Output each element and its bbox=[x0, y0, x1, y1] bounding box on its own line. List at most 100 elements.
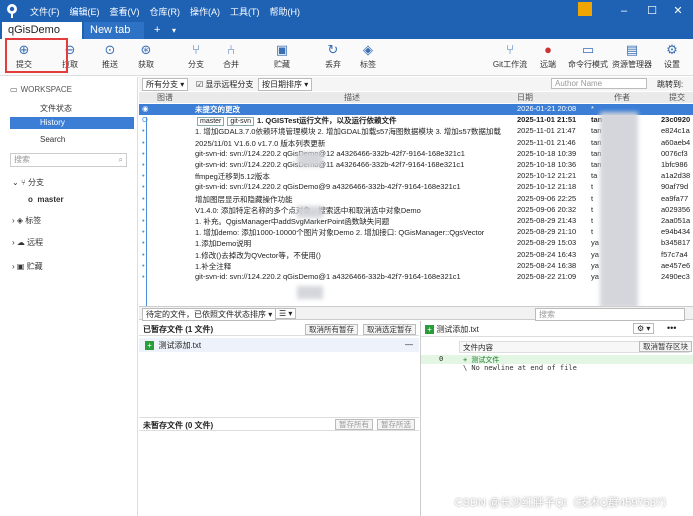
diff-no-newline: \ No newline at end of file bbox=[463, 364, 577, 372]
terminal-button[interactable]: ▭ 命令行模式 bbox=[566, 41, 610, 70]
more-options-icon[interactable]: ••• bbox=[667, 323, 676, 333]
menu-help[interactable]: 帮助(H) bbox=[270, 5, 301, 18]
tag-label: 标签 bbox=[360, 60, 376, 69]
chevron-down-icon[interactable]: ▾ bbox=[166, 22, 182, 39]
fetch-icon: ⊛ bbox=[140, 42, 152, 57]
unstage-hunk-button[interactable]: 取消暂存区块 bbox=[639, 341, 692, 352]
sidebar-remotes[interactable]: › ☁ 远程 bbox=[12, 237, 43, 248]
current-branch-icon: o bbox=[28, 195, 33, 204]
tab-bar: qGisDemo ✕ New tab + ▾ bbox=[0, 22, 693, 53]
menu-view[interactable]: 查看(V) bbox=[110, 5, 140, 18]
fetch-button[interactable]: ⊛ 获取 bbox=[128, 41, 164, 70]
discard-button[interactable]: ↻ 丢弃 bbox=[315, 41, 351, 70]
sidebar-item-search[interactable]: Search bbox=[40, 135, 65, 144]
watermark: CSDN @长沙红胖子Qt（技术Q群4597637） bbox=[454, 497, 673, 509]
redaction-mosaic bbox=[297, 152, 323, 167]
sidebar-stashes[interactable]: › ▣ 贮藏 bbox=[12, 261, 43, 272]
graph-node-icon: • bbox=[142, 227, 145, 237]
line-number: 0 bbox=[439, 355, 444, 363]
sort-label: 按日期排序 bbox=[262, 80, 302, 89]
add-tab-icon[interactable]: + bbox=[148, 22, 166, 39]
commit-date: 2025-11-01 21:51 bbox=[517, 115, 577, 125]
branch-label: 分支 bbox=[188, 60, 204, 69]
collapse-icon[interactable]: — bbox=[405, 340, 413, 349]
file-search-placeholder: 搜索 bbox=[539, 310, 555, 319]
diff-options-gear-icon[interactable]: ⚙ ▾ bbox=[633, 323, 655, 334]
commit-date: 2025-08-29 21:43 bbox=[517, 216, 577, 225]
menu-actions[interactable]: 操作(A) bbox=[190, 5, 220, 18]
notification-flag-icon[interactable] bbox=[578, 2, 592, 16]
graph-node-icon: • bbox=[142, 272, 145, 281]
branch-filter-select[interactable]: 所有分支 ▾ bbox=[142, 78, 189, 91]
minimize-icon[interactable]: – bbox=[614, 2, 634, 20]
unstage-all-button[interactable]: 取消所有暂存 bbox=[305, 324, 358, 335]
menu-tools[interactable]: 工具(T) bbox=[230, 5, 260, 18]
explorer-button[interactable]: ▤ 资源管理器 bbox=[610, 41, 654, 70]
graph-node-icon: • bbox=[142, 137, 145, 147]
file-search-input[interactable]: 搜索 bbox=[535, 308, 685, 321]
branches-label: 分支 bbox=[27, 178, 44, 187]
col-date[interactable]: 日期 bbox=[517, 92, 533, 103]
show-remote-checkbox[interactable]: ☑ 显示远程分支 bbox=[196, 79, 253, 90]
gitflow-label: Git工作流 bbox=[492, 60, 528, 69]
menu-file[interactable]: 文件(F) bbox=[30, 5, 60, 18]
gitflow-icon: ⑂ bbox=[506, 42, 514, 57]
graph-node-icon: • bbox=[142, 182, 145, 192]
remote-button[interactable]: ● 远端 bbox=[530, 41, 566, 70]
monitor-icon: ▭ bbox=[10, 85, 18, 94]
pending-sort-select[interactable]: 待定的文件，已依照文件状态排序 ▾ bbox=[142, 308, 277, 321]
merge-icon: ⑃ bbox=[227, 42, 235, 57]
explorer-label: 资源管理器 bbox=[612, 60, 652, 69]
view-mode-select[interactable]: ☰ ▾ bbox=[275, 308, 297, 319]
close-window-icon[interactable]: ✕ bbox=[668, 2, 688, 20]
menu-repo[interactable]: 仓库(R) bbox=[150, 5, 181, 18]
cloud-icon: ☁ bbox=[16, 238, 25, 247]
diff-file-name: 测试添加.txt bbox=[436, 325, 479, 334]
commit-hash: 2490ec3 bbox=[661, 272, 690, 281]
col-author[interactable]: 作者 bbox=[614, 92, 630, 103]
graph-node-icon: • bbox=[142, 193, 145, 203]
stage-selected-button[interactable]: 暂存所选 bbox=[377, 419, 415, 430]
sidebar-item-history[interactable]: History bbox=[10, 117, 134, 129]
commit-hash: 23c0920 bbox=[661, 115, 691, 125]
menu-edit[interactable]: 编辑(E) bbox=[70, 5, 100, 18]
commit-hash: ae457e6 bbox=[661, 260, 691, 270]
commit-description: 1. 增加GDAL3.7.0依赖环境管理模块 2. 增加GDAL加载s57海图数… bbox=[195, 127, 501, 137]
remote-label: 远端 bbox=[540, 60, 556, 69]
staged-file-row[interactable]: + 测试添加.txt — bbox=[139, 338, 419, 352]
sidebar-search-input[interactable]: 搜索 ⌕ bbox=[10, 153, 127, 167]
folder-icon: ▤ bbox=[625, 42, 639, 57]
redaction-mosaic bbox=[600, 112, 638, 308]
sort-select[interactable]: 按日期排序 ▾ bbox=[258, 78, 313, 91]
sidebar-branch-master[interactable]: o master bbox=[28, 195, 64, 204]
author-filter-input[interactable]: Author Name bbox=[551, 78, 647, 89]
settings-label: 设置 bbox=[664, 60, 680, 69]
sidebar-branches[interactable]: ⌄ ⑂ 分支 bbox=[12, 177, 44, 188]
sidebar-item-file-status[interactable]: 文件状态 bbox=[40, 103, 72, 114]
terminal-icon: ▭ bbox=[581, 42, 595, 57]
stash-button[interactable]: ▣ 贮藏 bbox=[264, 41, 300, 70]
tab-qgisdemo[interactable]: qGisDemo ✕ bbox=[2, 22, 82, 53]
col-desc[interactable]: 描述 bbox=[344, 92, 360, 103]
col-graph[interactable]: 图谱 bbox=[157, 92, 173, 103]
workspace-header: ▭ WORKSPACE bbox=[10, 85, 72, 94]
sidebar-tags[interactable]: › ◈ 标签 bbox=[12, 215, 41, 226]
commit-description: ffmpeg迁移到5.12版本 bbox=[195, 172, 270, 182]
maximize-icon[interactable]: ☐ bbox=[642, 2, 662, 20]
col-commit[interactable]: 提交 bbox=[669, 92, 685, 103]
commit-hash: ea9fa77 bbox=[661, 193, 689, 203]
gitflow-button[interactable]: ⑂ Git工作流 bbox=[488, 41, 532, 70]
tab-new[interactable]: New tab bbox=[84, 22, 144, 39]
stage-all-button[interactable]: 暂存所有 bbox=[335, 419, 373, 430]
master-label: master bbox=[37, 195, 64, 204]
tag-button[interactable]: ◈ 标签 bbox=[350, 41, 386, 70]
graph-node-icon: • bbox=[142, 160, 145, 169]
unstage-selected-button[interactable]: 取消选定暂存 bbox=[363, 324, 416, 335]
push-button[interactable]: ⊙ 推送 bbox=[92, 41, 128, 70]
commit-date: 2025-10-18 10:36 bbox=[517, 160, 577, 169]
branch-button[interactable]: ⑂ 分支 bbox=[178, 41, 214, 70]
settings-button[interactable]: ⚙ 设置 bbox=[654, 41, 690, 70]
branch-filter-label: 所有分支 bbox=[146, 80, 178, 89]
commit-date: 2025-08-24 16:38 bbox=[517, 260, 577, 270]
merge-button[interactable]: ⑃ 合并 bbox=[213, 41, 249, 70]
